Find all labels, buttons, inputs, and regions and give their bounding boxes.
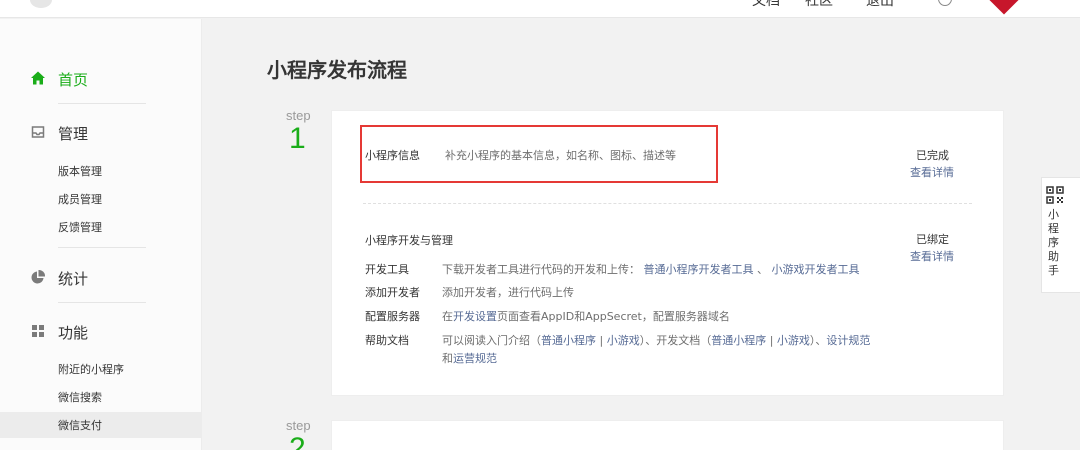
sidebar-item-feedback[interactable]: 反馈管理 bbox=[0, 214, 202, 240]
sidebar-item-nearby[interactable]: 附近的小程序 bbox=[0, 356, 202, 382]
sidebar-item-search[interactable]: 微信搜索 bbox=[0, 384, 202, 410]
community-link[interactable]: 社区 bbox=[805, 0, 833, 10]
app-logo[interactable] bbox=[30, 0, 52, 8]
sidebar-item-version[interactable]: 版本管理 bbox=[0, 158, 202, 184]
server-config-desc: 在开发设置页面查看AppID和AppSecret，配置服务器域名 bbox=[442, 308, 730, 324]
divider bbox=[363, 203, 972, 204]
docs-mini-game-link[interactable]: 小游戏 bbox=[777, 334, 810, 347]
add-developer-desc: 添加开发者，进行代码上传 bbox=[442, 286, 574, 299]
design-spec-link[interactable]: 设计规范 bbox=[826, 334, 870, 347]
dev-tools-text: 下载开发者工具进行代码的开发和上传： bbox=[442, 263, 640, 276]
step-card: 小程序信息 补充小程序的基本信息，如名称、图标、描述等 已完成 查看详情 小程序… bbox=[331, 110, 1004, 396]
sidebar-item-label: 微信支付 bbox=[58, 419, 102, 432]
divider bbox=[58, 103, 146, 104]
help-docs-desc: 可以阅读入门介绍（普通小程序 | 小游戏）、开发文档（普通小程序 | 小游戏）、… bbox=[442, 332, 870, 348]
intro-mini-game-link[interactable]: 小游戏 bbox=[607, 334, 640, 347]
top-bar: 文档 社区 退出 bbox=[0, 0, 1080, 18]
help-text: ）、开发文档（ bbox=[639, 334, 712, 347]
docs-link[interactable]: 文档 bbox=[752, 0, 780, 10]
sidebar-item-stats[interactable]: 统计 bbox=[0, 262, 202, 292]
intro-mini-program-link[interactable]: 普通小程序 bbox=[541, 334, 596, 347]
sidebar-item-label: 版本管理 bbox=[58, 165, 102, 178]
sidebar-item-label: 微信搜索 bbox=[58, 391, 102, 404]
server-config-pre: 在 bbox=[442, 310, 453, 323]
step-card bbox=[331, 420, 1004, 450]
logout-link[interactable]: 退出 bbox=[866, 0, 894, 10]
sidebar-item-features[interactable]: 功能 bbox=[0, 316, 202, 346]
sidebar-item-label: 附近的小程序 bbox=[58, 363, 124, 376]
dev-settings-link[interactable]: 开发设置 bbox=[453, 310, 497, 323]
info-desc: 补充小程序的基本信息，如名称、图标、描述等 bbox=[445, 149, 676, 162]
grid-icon bbox=[32, 325, 44, 337]
sidebar-item-label: 功能 bbox=[58, 324, 89, 342]
help-docs-label: 帮助文档 bbox=[365, 334, 409, 347]
sidebar-item-label: 管理 bbox=[58, 125, 89, 143]
step-number: 1 bbox=[289, 122, 306, 155]
help-text: 可以阅读入门介绍（ bbox=[442, 334, 541, 347]
sidebar-item-label: 成员管理 bbox=[58, 193, 102, 206]
pie-chart-icon bbox=[31, 269, 46, 284]
sidebar-item-label: 统计 bbox=[58, 270, 89, 288]
view-details-link[interactable]: 查看详情 bbox=[910, 164, 954, 180]
step-number: 2 bbox=[289, 432, 306, 450]
sidebar-item-label: 反馈管理 bbox=[58, 221, 102, 234]
sidebar-item-label: 首页 bbox=[58, 71, 89, 89]
assistant-label: 小程序助手 bbox=[1048, 208, 1059, 277]
step-label: step bbox=[286, 418, 311, 433]
sidebar-item-members[interactable]: 成员管理 bbox=[0, 186, 202, 212]
docs-mini-program-link[interactable]: 普通小程序 bbox=[711, 334, 766, 347]
info-title: 小程序信息 bbox=[365, 149, 420, 162]
help-text: 和 bbox=[442, 352, 453, 365]
sidebar: 首页 管理 版本管理 成员管理 反馈管理 统计 功能 附近的小程序 微信搜索 微… bbox=[0, 19, 202, 450]
home-icon bbox=[31, 71, 45, 85]
separator-text: 、 bbox=[757, 263, 768, 276]
avatar[interactable] bbox=[988, 0, 1020, 15]
separator-text: | bbox=[766, 334, 777, 347]
view-details-link[interactable]: 查看详情 bbox=[910, 248, 954, 264]
server-config-label: 配置服务器 bbox=[365, 310, 420, 323]
sidebar-item-manage[interactable]: 管理 bbox=[0, 117, 202, 147]
help-docs-desc-line2: 和运营规范 bbox=[442, 350, 497, 366]
mini-program-assistant[interactable]: 小程序助手 bbox=[1041, 177, 1080, 293]
page-title: 小程序发布流程 bbox=[267, 58, 407, 82]
mini-game-devtools-link[interactable]: 小游戏开发者工具 bbox=[772, 263, 860, 276]
server-config-post: 页面查看AppID和AppSecret，配置服务器域名 bbox=[497, 310, 730, 323]
dev-title: 小程序开发与管理 bbox=[365, 234, 453, 247]
sidebar-item-pay[interactable]: 微信支付 bbox=[0, 412, 202, 438]
divider bbox=[58, 302, 146, 303]
add-developer-label: 添加开发者 bbox=[365, 286, 420, 299]
settings-icon[interactable] bbox=[938, 0, 952, 6]
dev-tools-label: 开发工具 bbox=[365, 263, 409, 276]
help-text: ）、 bbox=[809, 334, 827, 347]
dev-tools-desc: 下载开发者工具进行代码的开发和上传： 普通小程序开发者工具 、 小游戏开发者工具 bbox=[442, 261, 860, 277]
status-badge: 已绑定 bbox=[916, 233, 949, 246]
mini-program-devtools-link[interactable]: 普通小程序开发者工具 bbox=[644, 263, 754, 276]
qr-code-icon bbox=[1046, 186, 1064, 204]
step-label: step bbox=[286, 108, 311, 123]
divider bbox=[58, 247, 146, 248]
separator-text: | bbox=[596, 334, 607, 347]
sidebar-item-home[interactable]: 首页 bbox=[0, 63, 202, 93]
operation-spec-link[interactable]: 运营规范 bbox=[453, 352, 497, 365]
status-badge: 已完成 bbox=[916, 149, 949, 162]
inbox-icon bbox=[31, 126, 45, 138]
